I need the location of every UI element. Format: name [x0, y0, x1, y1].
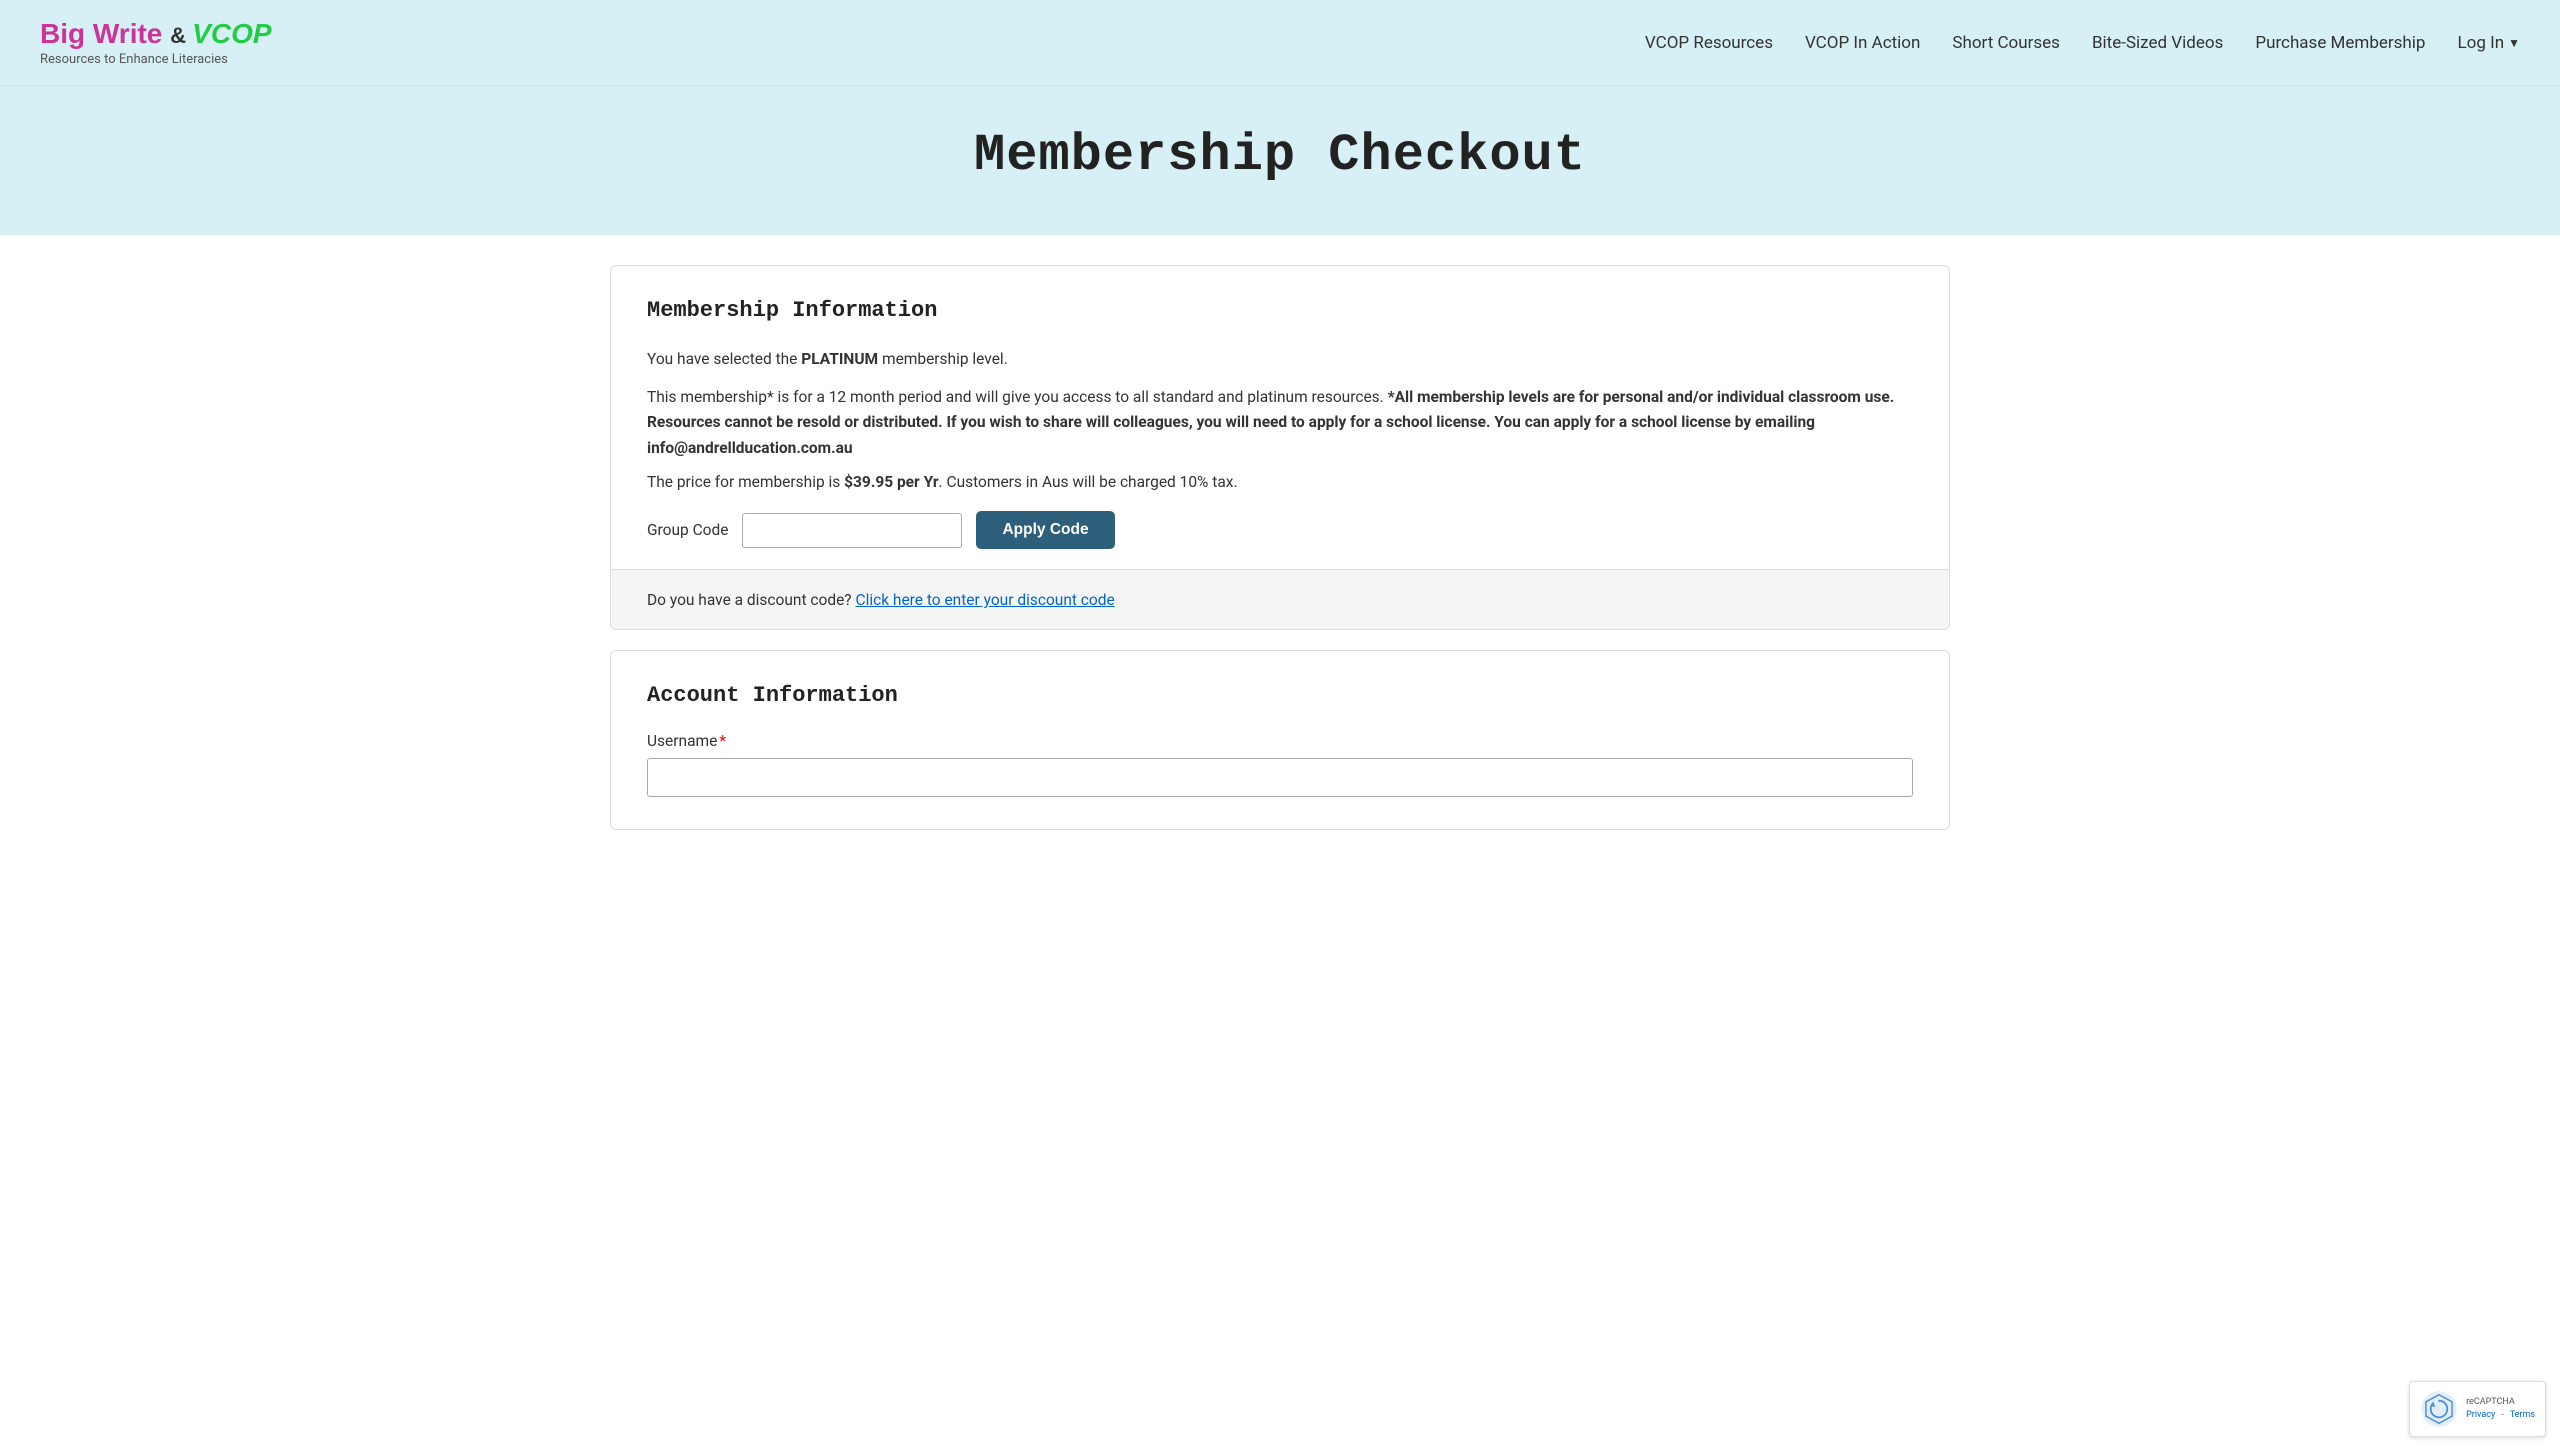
membership-info-title: Membership Information	[647, 298, 1913, 323]
page-title: Membership Checkout	[40, 126, 2520, 185]
nav-vcop-resources[interactable]: VCOP Resources	[1645, 33, 1773, 53]
site-logo: Big Write & VCOP	[40, 18, 272, 50]
site-header: Big Write & VCOP Resources to Enhance Li…	[0, 0, 2560, 86]
logo-vcop: VCOP	[192, 18, 271, 49]
nav-bite-sized-videos[interactable]: Bite-Sized Videos	[2092, 33, 2223, 53]
membership-level-badge: PLATINUM	[801, 350, 878, 368]
logo-area: Big Write & VCOP Resources to Enhance Li…	[40, 18, 272, 67]
privacy-terms-row: Privacy - Terms	[2466, 1409, 2535, 1422]
nav-vcop-in-action[interactable]: VCOP In Action	[1805, 33, 1920, 53]
nav-purchase-membership[interactable]: Purchase Membership	[2255, 33, 2425, 53]
price-text: The price for membership is $39.95 per Y…	[647, 473, 1913, 491]
membership-description-line1: This membership* is for a 12 month perio…	[647, 385, 1913, 462]
nav-short-courses[interactable]: Short Courses	[1952, 33, 2060, 53]
hero-section: Membership Checkout	[0, 86, 2560, 235]
group-code-label: Group Code	[647, 521, 728, 539]
discount-code-link[interactable]: Click here to enter your discount code	[855, 591, 1114, 609]
selected-text-pre: You have selected the	[647, 350, 801, 368]
recaptcha-label: reCAPTCHA	[2466, 1396, 2535, 1409]
price-text-pre: The price for membership is	[647, 473, 844, 491]
nav-log-in[interactable]: Log In ▼	[2457, 33, 2520, 53]
price-value: $39.95 per Yr	[844, 473, 938, 491]
main-nav: VCOP Resources VCOP In Action Short Cour…	[1645, 33, 2520, 53]
discount-text: Do you have a discount code? Click here …	[647, 591, 1115, 609]
price-text-post: . Customers in Aus will be charged 10% t…	[939, 473, 1238, 491]
membership-info-card: Membership Information You have selected…	[610, 265, 1950, 630]
selected-text-post: membership level.	[878, 350, 1008, 368]
apply-code-button[interactable]: Apply Code	[976, 511, 1114, 549]
discount-section: Do you have a discount code? Click here …	[611, 569, 1949, 629]
username-label: Username*	[647, 732, 1913, 750]
logo-subtitle: Resources to Enhance Literacies	[40, 52, 272, 67]
log-in-label: Log In	[2457, 33, 2504, 53]
username-label-text: Username	[647, 732, 717, 750]
username-input[interactable]	[647, 758, 1913, 797]
required-star: *	[719, 732, 726, 750]
recaptcha-text: reCAPTCHA Privacy - Terms	[2466, 1396, 2535, 1421]
separator: -	[2501, 1409, 2504, 1422]
account-info-card: Account Information Username*	[610, 650, 1950, 830]
recaptcha-logo-icon	[2420, 1390, 2458, 1428]
account-info-title: Account Information	[647, 683, 1913, 708]
group-code-row: Group Code Apply Code	[647, 511, 1913, 549]
logo-and: &	[170, 23, 192, 48]
terms-link[interactable]: Terms	[2510, 1409, 2535, 1422]
description-line1-text: This membership* is for a 12 month perio…	[647, 388, 1384, 406]
group-code-input[interactable]	[742, 513, 962, 548]
recaptcha-badge: reCAPTCHA Privacy - Terms	[2409, 1381, 2546, 1437]
main-content: Membership Information You have selected…	[580, 265, 1980, 830]
logo-big-write: Big Write	[40, 18, 162, 49]
membership-level-text: You have selected the PLATINUM membershi…	[647, 347, 1913, 373]
chevron-down-icon: ▼	[2508, 36, 2520, 50]
discount-text-pre: Do you have a discount code?	[647, 591, 855, 609]
privacy-link[interactable]: Privacy	[2466, 1409, 2495, 1422]
